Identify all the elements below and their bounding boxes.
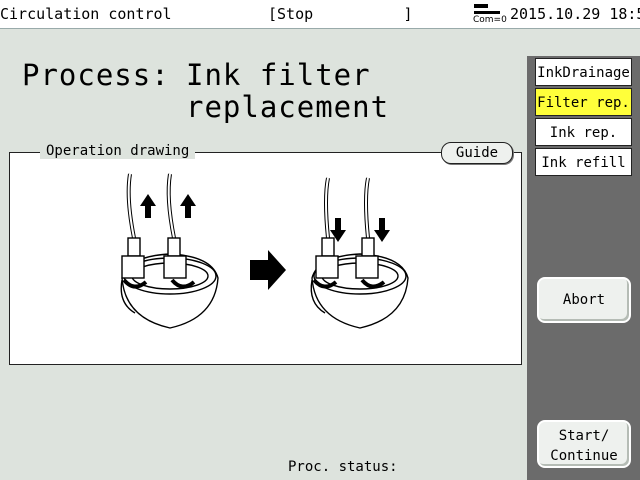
right-arrow-icon [250,250,286,290]
process-status-label: Proc. status: [288,459,398,475]
filter-unit-after [310,177,409,329]
abort-button[interactable]: Abort [537,277,631,323]
down-arrow-icon [330,218,390,242]
abort-label: Abort [562,292,606,308]
process-prefix: Process: [22,58,170,92]
tab-filter-replacement[interactable]: Filter rep. [535,88,632,116]
filter-replacement-illustration [120,173,409,329]
datetime: 2015.10.29 18:52 [510,5,640,23]
mode-label: Circulation control [0,5,172,23]
guide-button[interactable]: Guide [441,142,513,164]
top-status-bar: Circulation control [Stop ] Com=0 2015.1… [0,0,640,29]
filter-unit-before [120,173,219,329]
tab-ink-replacement[interactable]: Ink rep. [535,118,632,146]
communication-icon: Com=0 [471,3,507,25]
start-label: Start/ [558,428,610,444]
process-title-line2: replacement [186,90,390,124]
continue-label: Continue [550,448,618,464]
machine-state: [Stop ] [268,5,413,23]
tab-ink-drainage[interactable]: InkDrainage [535,58,632,86]
operation-drawing-caption: Operation drawing [40,143,196,159]
start-continue-button[interactable]: Start/ Continue [537,420,631,468]
tab-ink-refill[interactable]: Ink refill [535,148,632,176]
process-title-line1: Ink filter [186,58,371,92]
com-status-label: Com=0 [473,15,507,25]
